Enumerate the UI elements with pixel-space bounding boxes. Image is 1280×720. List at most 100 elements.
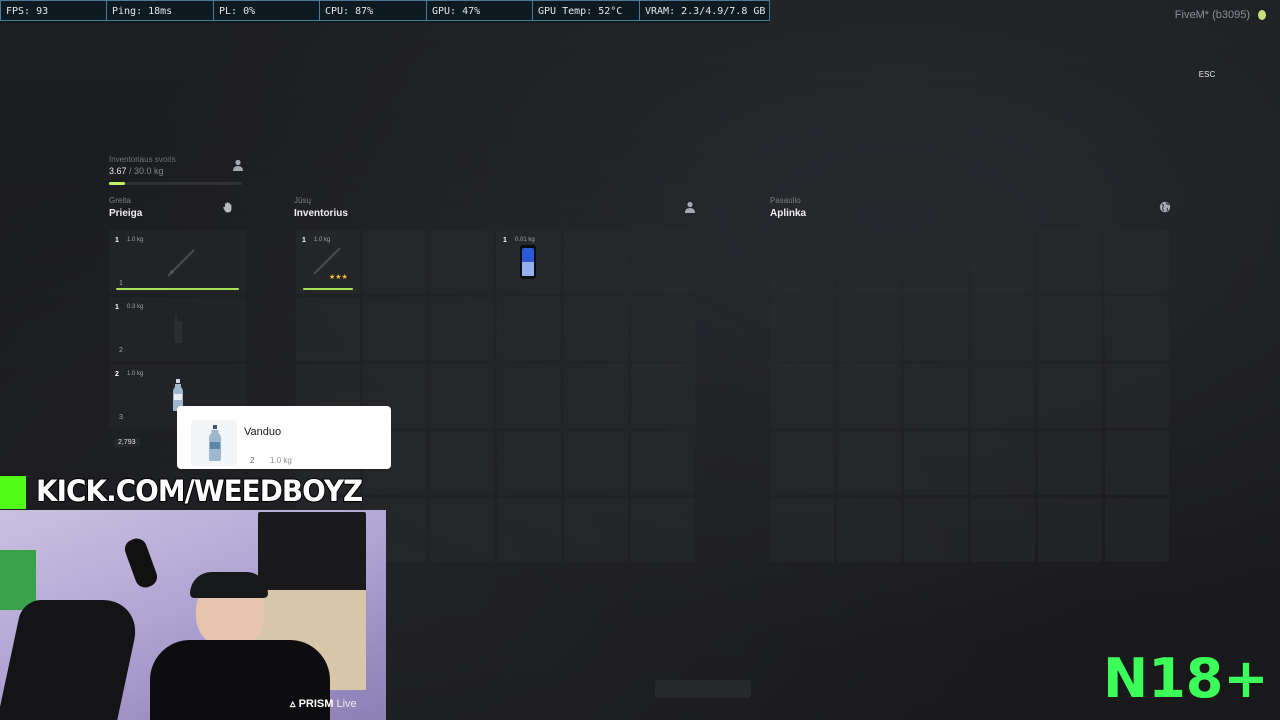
world-slot[interactable] [904, 230, 968, 294]
world-subtitle: Pasaulio [770, 196, 801, 205]
world-slot[interactable] [1105, 230, 1169, 294]
world-slot[interactable] [1038, 431, 1102, 495]
inventory-slot[interactable] [363, 230, 427, 294]
tooltip-item-name: Vanduo [244, 426, 282, 438]
quick-access-title: Prieiga [109, 208, 143, 219]
world-slot[interactable] [1038, 364, 1102, 428]
inventory-slot[interactable] [631, 431, 695, 495]
inventory-slot[interactable] [430, 297, 494, 361]
weight-progress-fill [109, 182, 126, 185]
world-slot[interactable] [770, 431, 834, 495]
gpu-temp-readout: GPU Temp: 52°C [533, 0, 640, 21]
background-bag [0, 550, 36, 610]
slot-count: 2 [115, 371, 119, 378]
inventory-slot[interactable] [497, 431, 561, 495]
streamer-cap [190, 572, 268, 598]
inventory-slot[interactable] [564, 498, 628, 562]
tooltip-item-weight: 1.0 kg [270, 456, 292, 465]
inventory-slot[interactable] [296, 297, 360, 361]
slot-weight: 0.01 kg [515, 237, 535, 243]
inventory-slot[interactable] [564, 297, 628, 361]
slot-weight: 1.0 kg [127, 371, 144, 377]
world-slot[interactable] [904, 364, 968, 428]
weight-progress-bar [109, 182, 242, 185]
phone-item-icon [520, 245, 536, 279]
player-icon [685, 201, 695, 213]
tooltip-thumbnail [191, 420, 237, 466]
world-slot[interactable] [971, 498, 1035, 562]
inventory-slot[interactable] [631, 498, 695, 562]
slot-count: 1 [503, 237, 507, 244]
inventory-title: Inventorius [294, 208, 348, 219]
slot-weight: 1.0 kg [314, 237, 331, 243]
world-slot[interactable] [1105, 431, 1169, 495]
inventory-slot[interactable] [430, 431, 494, 495]
cpu-readout: CPU: 87% [320, 0, 427, 21]
world-slot[interactable] [770, 498, 834, 562]
fivem-logo-icon [1258, 10, 1266, 20]
world-slot[interactable] [1038, 230, 1102, 294]
inventory-slot[interactable] [631, 297, 695, 361]
world-title: Aplinka [770, 208, 807, 219]
slot-weight: 0.3 kg [127, 304, 144, 310]
world-slot[interactable] [1038, 498, 1102, 562]
world-slot[interactable] [837, 431, 901, 495]
blurred-bottom-button [655, 680, 751, 698]
inventory-slot[interactable] [564, 431, 628, 495]
water-bottle-icon [209, 425, 221, 461]
world-slot[interactable] [971, 297, 1035, 361]
quick-slot-1[interactable]: 1 1.0 kg 1 [109, 230, 246, 294]
world-slot[interactable] [770, 297, 834, 361]
weight-value: 3.67 / 30.0 kg [109, 166, 164, 176]
world-slot[interactable] [904, 297, 968, 361]
world-slot[interactable] [904, 431, 968, 495]
world-slot[interactable] [837, 498, 901, 562]
slot-count: 1 [302, 237, 306, 244]
world-slot[interactable] [971, 431, 1035, 495]
slot-index: 3 [119, 414, 123, 421]
prism-live-watermark: ▵ PRISM Live [290, 697, 357, 710]
stick-item-icon [167, 249, 195, 277]
world-slot[interactable] [1105, 364, 1169, 428]
world-slot[interactable] [971, 364, 1035, 428]
inventory-slot[interactable] [497, 364, 561, 428]
slot-index: 2 [119, 347, 123, 354]
quick-slot-2[interactable]: 1 0.3 kg 2 [109, 297, 246, 361]
world-slot[interactable] [837, 297, 901, 361]
age-rating-badge: N18+ [1103, 647, 1269, 710]
inventory-slot[interactable] [363, 297, 427, 361]
gpu-readout: GPU: 47% [427, 0, 533, 21]
world-slot[interactable] [1105, 498, 1169, 562]
world-slot[interactable] [837, 230, 901, 294]
globe-icon [1159, 201, 1171, 213]
inventory-slot[interactable]: 1 1.0 kg ★★★ [296, 230, 360, 294]
esc-button[interactable]: ESC [1196, 67, 1218, 83]
world-slot[interactable] [770, 230, 834, 294]
item-tooltip: Vanduo 2 1.0 kg [177, 406, 391, 469]
world-slot[interactable] [904, 498, 968, 562]
inventory-slot[interactable] [430, 498, 494, 562]
inventory-slot[interactable] [631, 364, 695, 428]
world-slot[interactable] [971, 230, 1035, 294]
world-slot[interactable] [770, 364, 834, 428]
inventory-slot[interactable]: 1 0.01 kg [497, 230, 561, 294]
prism-live-label: Live [336, 698, 357, 710]
slot-count: 1 [115, 237, 119, 244]
inventory-slot[interactable] [564, 230, 628, 294]
packet-loss-readout: PL: 0% [214, 0, 320, 21]
webcam-feed [0, 510, 386, 720]
inventory-slot[interactable] [497, 297, 561, 361]
inventory-slot[interactable] [430, 230, 494, 294]
durability-bar [116, 288, 239, 290]
world-slot[interactable] [1038, 297, 1102, 361]
inventory-slot[interactable] [564, 364, 628, 428]
world-slot[interactable] [1105, 297, 1169, 361]
durability-bar [303, 288, 353, 290]
inventory-slot[interactable] [497, 498, 561, 562]
ping-readout: Ping: 18ms [107, 0, 214, 21]
rarity-stars: ★★★ [329, 274, 348, 281]
prism-triangle-icon: ▵ [290, 698, 299, 710]
world-slot[interactable] [837, 364, 901, 428]
inventory-slot[interactable] [430, 364, 494, 428]
inventory-slot[interactable] [631, 230, 695, 294]
